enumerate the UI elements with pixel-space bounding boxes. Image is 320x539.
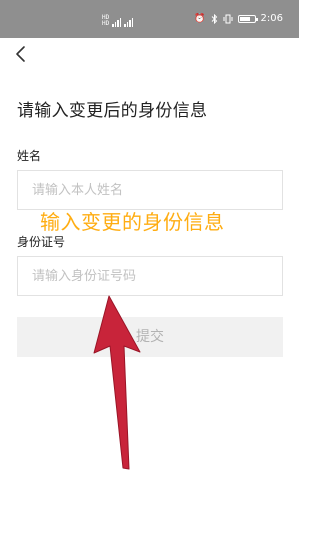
annotation-arrow-icon: [93, 295, 141, 470]
